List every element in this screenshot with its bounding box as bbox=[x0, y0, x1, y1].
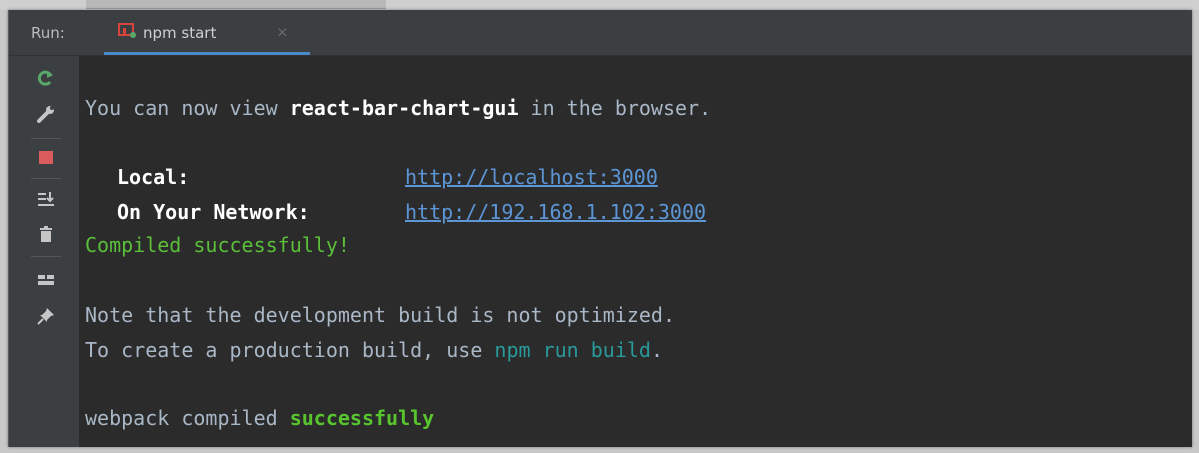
background-window-strip bbox=[0, 0, 1199, 10]
scroll-to-end-icon[interactable] bbox=[32, 185, 60, 213]
network-url-link[interactable]: http://192.168.1.102:3000 bbox=[405, 198, 706, 226]
run-tab-bar: Run: npm start × bbox=[9, 10, 1192, 56]
console-line-network: On Your Network: bbox=[117, 198, 310, 226]
trash-icon[interactable] bbox=[32, 220, 60, 248]
stop-icon[interactable] bbox=[32, 144, 60, 172]
layout-icon[interactable] bbox=[32, 266, 60, 294]
console-line-webpack: webpack compiled successfully bbox=[85, 406, 435, 430]
local-label: Local: bbox=[117, 165, 190, 189]
toolbar-divider bbox=[31, 256, 61, 257]
console-line-local: Local: bbox=[117, 163, 189, 191]
background-window-tab bbox=[86, 0, 386, 9]
run-tool-window: Run: npm start × You can now view react-… bbox=[8, 10, 1192, 447]
app-name: react-bar-chart-gui bbox=[289, 96, 519, 120]
console-line-production: To create a production build, use npm ru… bbox=[85, 338, 663, 362]
run-label: Run: bbox=[31, 24, 65, 42]
npm-run-config-icon bbox=[118, 23, 136, 38]
console-line-note: Note that the development build is not o… bbox=[85, 303, 676, 327]
toolbar-divider bbox=[31, 138, 61, 139]
wrench-icon[interactable] bbox=[32, 100, 60, 128]
console-line-view: You can now view react-bar-chart-gui in … bbox=[85, 96, 712, 120]
toolbar-divider bbox=[31, 178, 61, 179]
tab-label: npm start bbox=[143, 24, 217, 42]
network-label: On Your Network: bbox=[117, 200, 310, 224]
console-line-compiled: Compiled successfully! bbox=[85, 233, 350, 257]
webpack-status: successfully bbox=[289, 406, 435, 430]
tab-npm-start[interactable]: npm start × bbox=[104, 10, 310, 55]
build-command: npm run build bbox=[494, 338, 651, 362]
console-output[interactable]: You can now view react-bar-chart-gui in … bbox=[85, 56, 1192, 447]
local-url-link[interactable]: http://localhost:3000 bbox=[405, 163, 658, 191]
pin-icon[interactable] bbox=[32, 302, 60, 330]
rerun-icon[interactable] bbox=[32, 64, 60, 92]
close-icon[interactable]: × bbox=[276, 23, 289, 41]
run-toolbar bbox=[9, 56, 79, 447]
